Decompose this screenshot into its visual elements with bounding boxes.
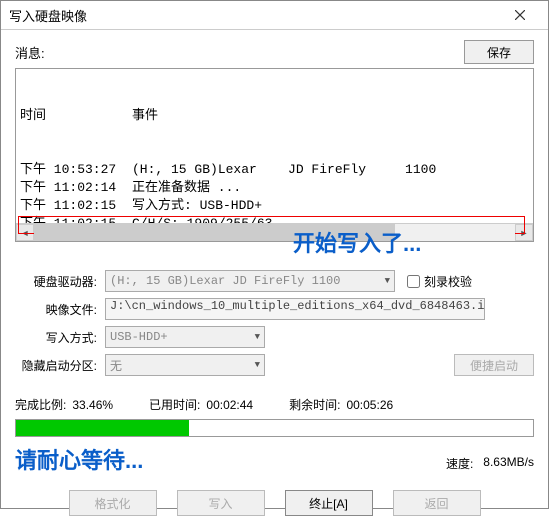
hidden-dropdown[interactable]: 无 ▼ (105, 354, 265, 376)
log-event: C/H/S: 1909/255/63 (132, 215, 272, 223)
remain-label: 剩余时间: (289, 396, 340, 413)
speed-value: 8.63MB/s (483, 455, 534, 472)
log-col-time: 时间 (20, 107, 132, 125)
stop-button[interactable]: 终止[A] (285, 490, 373, 516)
write-mode-dropdown[interactable]: USB-HDD+ ▼ (105, 326, 265, 348)
burn-verify-label: 刻录校验 (424, 273, 472, 290)
speed-label: 速度: (446, 455, 473, 472)
log-content: 时间 事件 下午 10:53:27(H:, 15 GB)Lexar JD Fir… (16, 69, 533, 223)
image-file-field[interactable]: J:\cn_windows_10_multiple_editions_x64_d… (105, 298, 485, 320)
progress-bar (15, 419, 534, 437)
elapsed-value: 00:02:44 (206, 398, 253, 412)
scroll-right-icon[interactable]: ► (515, 224, 533, 241)
log-time: 下午 11:02:15 (20, 197, 132, 215)
log-col-event: 事件 (132, 107, 158, 125)
log-time: 下午 11:02:15 (20, 215, 132, 223)
log-row[interactable]: 下午 10:53:27(H:, 15 GB)Lexar JD FireFly 1… (20, 161, 529, 179)
convenient-boot-button[interactable]: 便捷启动 (454, 354, 534, 376)
back-button[interactable]: 返回 (393, 490, 481, 516)
write-mode-label: 写入方式: (15, 329, 97, 346)
progress-fill (16, 420, 189, 436)
pct-label: 完成比例: (15, 396, 66, 413)
log-time: 下午 10:53:27 (20, 161, 132, 179)
save-button[interactable]: 保存 (464, 40, 534, 64)
scroll-left-icon[interactable]: ◄ (16, 224, 34, 241)
hidden-value: 无 (110, 357, 122, 374)
horizontal-scrollbar[interactable]: ◄ ► (16, 223, 533, 241)
log-row[interactable]: 下午 11:02:14正在准备数据 ... (20, 179, 529, 197)
remain-value: 00:05:26 (346, 398, 393, 412)
chevron-down-icon: ▼ (255, 332, 260, 342)
chevron-down-icon: ▼ (255, 360, 260, 370)
message-label: 消息: (15, 43, 464, 62)
dialog-window: 写入硬盘映像 消息: 保存 时间 事件 下午 10:53:27(H:, 15 G… (0, 0, 549, 509)
log-row[interactable]: 下午 11:02:15写入方式: USB-HDD+ (20, 197, 529, 215)
drive-label: 硬盘驱动器: (15, 273, 97, 290)
close-icon (515, 10, 525, 20)
chevron-down-icon: ▼ (385, 276, 390, 286)
scroll-track[interactable] (34, 224, 515, 241)
titlebar[interactable]: 写入硬盘映像 (1, 1, 548, 30)
log-event: 写入方式: USB-HDD+ (132, 197, 262, 215)
image-label: 映像文件: (15, 301, 97, 318)
annotation-started: 开始写入了... (293, 226, 421, 258)
drive-value: (H:, 15 GB)Lexar JD FireFly 1100 (110, 274, 340, 288)
write-mode-value: USB-HDD+ (110, 330, 168, 344)
client-area: 消息: 保存 时间 事件 下午 10:53:27(H:, 15 GB)Lexar… (1, 30, 548, 530)
close-button[interactable] (500, 1, 540, 29)
hidden-label: 隐藏启动分区: (15, 357, 97, 374)
write-button[interactable]: 写入 (177, 490, 265, 516)
log-event: 正在准备数据 ... (132, 179, 241, 197)
drive-dropdown[interactable]: (H:, 15 GB)Lexar JD FireFly 1100 ▼ (105, 270, 395, 292)
format-button[interactable]: 格式化 (69, 490, 157, 516)
log-row[interactable]: 下午 11:02:15C/H/S: 1909/255/63 (20, 215, 529, 223)
window-title: 写入硬盘映像 (9, 6, 500, 25)
log-event: (H:, 15 GB)Lexar JD FireFly 1100 (132, 161, 436, 179)
pct-value: 33.46% (72, 398, 113, 412)
log-time: 下午 11:02:14 (20, 179, 132, 197)
burn-verify-checkbox[interactable]: 刻录校验 (407, 273, 472, 290)
elapsed-label: 已用时间: (149, 396, 200, 413)
burn-verify-input[interactable] (407, 275, 420, 288)
log-listbox[interactable]: 时间 事件 下午 10:53:27(H:, 15 GB)Lexar JD Fir… (15, 68, 534, 242)
